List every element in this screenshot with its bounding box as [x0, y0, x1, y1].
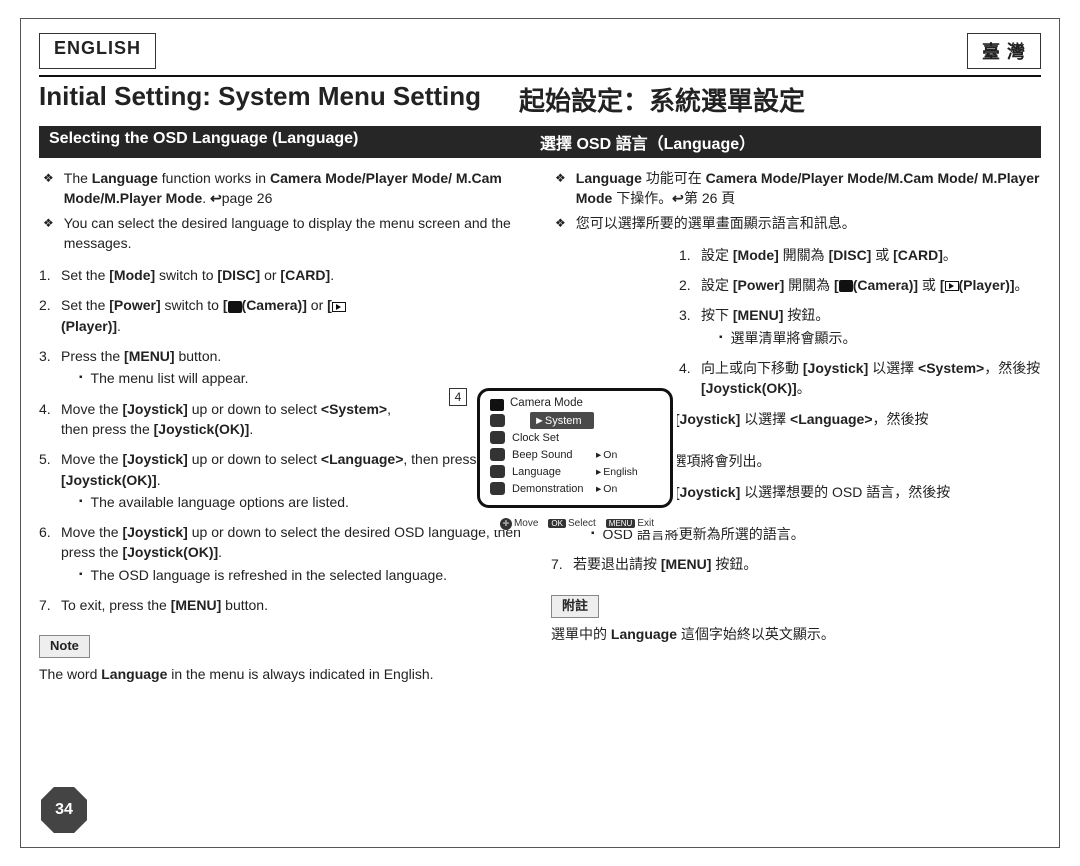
gear-icon	[490, 414, 505, 427]
step3a-zh: 選單清單將會顯示。	[731, 328, 857, 348]
diagram-step-badge: 4	[449, 388, 467, 406]
hr	[39, 75, 1041, 77]
intro-2-zh: 您可以選擇所要的選單畫面顯示語言和訊息。	[576, 213, 856, 233]
osd-system-tab: ►System	[530, 412, 594, 429]
title-bar: Initial Setting: System Menu Setting 起始設…	[39, 81, 1041, 118]
note-text-zh: 選單中的 Language 這個字始終以英文顯示。	[551, 624, 1041, 644]
osd-title: Camera Mode	[510, 397, 583, 409]
osd-row-lang: Language	[512, 466, 596, 478]
note-text-en: The word Language in the menu is always …	[39, 664, 529, 684]
osd-row-clock: Clock Set	[512, 432, 596, 444]
osd-val-lang: English	[596, 466, 638, 478]
camera-screen: Camera Mode ►System Clock Set Beep Sound…	[477, 388, 673, 508]
note-label-zh: 附註	[551, 595, 599, 618]
step6a-en: The OSD language is refreshed in the sel…	[91, 565, 447, 585]
lang-box-chinese: 臺 灣	[967, 33, 1041, 69]
step3-en: Press the [MENU] button.	[61, 348, 221, 364]
steps-en: 1.Set the [Mode] switch to [DISC] or [CA…	[39, 265, 529, 615]
display-icon	[490, 482, 505, 495]
step5a-en: The available language options are liste…	[91, 492, 349, 512]
lang-box-english: ENGLISH	[39, 33, 156, 69]
stripe-heading-en: Selecting the OSD Language (Language)	[49, 130, 540, 154]
osd-val-beep: On	[596, 449, 617, 461]
heading-chinese: 起始設定：系統選單設定	[519, 81, 805, 118]
section-stripe: Selecting the OSD Language (Language) 選擇…	[39, 126, 1041, 158]
osd-val-demo: On	[596, 483, 617, 495]
intro-2-en: You can select the desired language to d…	[64, 213, 529, 254]
step1-en: Set the [Mode] switch to [DISC] or [CARD…	[61, 265, 391, 285]
note-label-en: Note	[39, 635, 90, 658]
disc-icon	[490, 431, 505, 444]
heading-english: Initial Setting: System Menu Setting	[39, 81, 481, 118]
camcorder-icon	[490, 399, 504, 411]
intro-1-en: The Language function works in Camera Mo…	[64, 168, 529, 209]
step3a-en: The menu list will appear.	[91, 368, 249, 388]
menu-key-icon: MENU	[606, 519, 636, 528]
footer-exit: Exit	[637, 518, 654, 529]
page-number-badge: 34	[41, 787, 87, 833]
memory-icon	[490, 465, 505, 478]
footer-move: Move	[514, 518, 538, 529]
step4-zh: 向上或向下移動 [Joystick] 以選擇 <System>，然後按 [Joy…	[701, 358, 1041, 399]
step5-en: Move the [Joystick] up or down to select…	[61, 451, 500, 487]
step1-zh: 設定 [Mode] 開關為 [DISC] 或 [CARD]。	[701, 245, 1041, 265]
intro-list-zh: Language 功能可在 Camera Mode/Player Mode/M.…	[551, 168, 1041, 233]
intro-1-zh: Language 功能可在 Camera Mode/Player Mode/M.…	[576, 168, 1041, 209]
camera-icon	[490, 448, 505, 461]
steps-zh: 1.設定 [Mode] 開關為 [DISC] 或 [CARD]。 2.設定 [P…	[551, 245, 1041, 399]
step7-en: To exit, press the [MENU] button.	[61, 595, 529, 615]
step3-zh: 按下 [MENU] 按鈕。	[701, 307, 829, 323]
stripe-heading-zh: 選擇 OSD 語言（Language）	[540, 130, 1031, 154]
step4-en: Move the [Joystick] up or down to select…	[61, 399, 391, 440]
nav-icon: ✛	[500, 518, 512, 530]
step2-zh: 設定 [Power] 開關為 [(Camera)] 或 [(Player)]。	[701, 275, 1041, 295]
step2-en: Set the [Power] switch to [(Camera)] or …	[61, 297, 346, 333]
osd-row-demo: Demonstration	[512, 483, 596, 495]
camera-osd-diagram: 4 Camera Mode ►System Clock Set Beep Sou…	[477, 388, 677, 530]
ok-key-icon: OK	[548, 519, 566, 528]
step6-en: Move the [Joystick] up or down to select…	[61, 524, 521, 560]
column-english: The Language function works in Camera Mo…	[39, 168, 529, 684]
intro-list-en: The Language function works in Camera Mo…	[39, 168, 529, 253]
osd-footer: ✛Move OKSelect MENUExit	[477, 518, 677, 530]
footer-select: Select	[568, 518, 596, 529]
manual-page: ENGLISH 臺 灣 Initial Setting: System Menu…	[20, 18, 1060, 848]
page-number: 34	[55, 801, 73, 819]
language-bar: ENGLISH 臺 灣	[39, 33, 1041, 69]
osd-row-beep: Beep Sound	[512, 449, 596, 461]
step7-zh: 若要退出請按 [MENU] 按鈕。	[573, 554, 1041, 574]
